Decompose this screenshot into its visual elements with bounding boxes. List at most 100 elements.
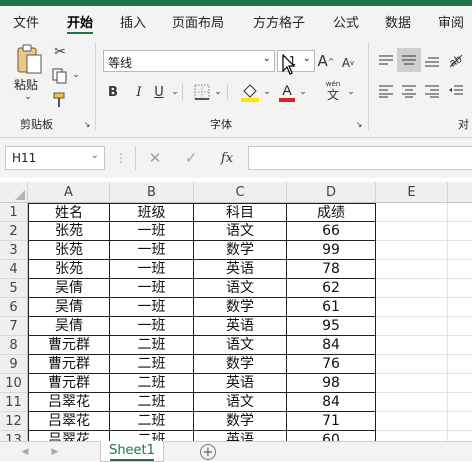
table-cell-c[interactable]: 数学 — [194, 355, 287, 374]
empty-cell[interactable] — [376, 431, 448, 441]
add-sheet-icon[interactable]: + — [200, 444, 216, 460]
table-cell-d[interactable]: 78 — [287, 260, 376, 279]
table-cell-b[interactable]: 一班 — [110, 222, 194, 241]
table-cell-d[interactable]: 60 — [287, 431, 376, 441]
table-cell-b[interactable]: 二班 — [110, 431, 194, 441]
table-cell-a[interactable]: 吴倩 — [28, 298, 110, 317]
align-bottom-icon[interactable] — [422, 52, 442, 70]
empty-cell[interactable] — [376, 412, 448, 431]
table-cell-b[interactable]: 二班 — [110, 336, 194, 355]
table-cell-c[interactable]: 数学 — [194, 412, 287, 431]
chevron-down-icon[interactable]: ⌄ — [91, 150, 99, 161]
table-cell-c[interactable]: 英语 — [194, 374, 287, 393]
table-cell-a[interactable]: 吕翠花 — [28, 412, 110, 431]
row-header[interactable]: 5 — [0, 279, 28, 298]
paste-icon[interactable] — [14, 42, 44, 76]
table-cell-d[interactable]: 76 — [287, 355, 376, 374]
table-cell-d[interactable]: 95 — [287, 317, 376, 336]
empty-cell[interactable] — [448, 279, 472, 298]
scroll-tabs-left-icon[interactable]: ◀ — [20, 446, 30, 458]
table-cell-d[interactable]: 84 — [287, 336, 376, 355]
chevron-down-icon[interactable]: ⌄ — [303, 53, 311, 64]
orientation-icon[interactable]: ab — [446, 50, 466, 70]
name-box[interactable]: H11 ⌄ — [5, 146, 105, 170]
copy-dropdown-icon[interactable]: ⌄ — [71, 70, 81, 80]
tab-file[interactable]: 文件 — [13, 12, 39, 31]
table-cell-d[interactable]: 98 — [287, 374, 376, 393]
font-launcher-icon[interactable]: ↘ — [354, 119, 364, 129]
table-cell-b[interactable]: 二班 — [110, 412, 194, 431]
select-all-corner[interactable] — [0, 182, 28, 203]
table-cell-d[interactable]: 62 — [287, 279, 376, 298]
empty-cell[interactable] — [448, 393, 472, 412]
row-header[interactable]: 2 — [0, 222, 28, 241]
table-cell-a[interactable]: 张苑 — [28, 222, 110, 241]
formula-input[interactable] — [248, 146, 472, 170]
table-cell-b[interactable]: 一班 — [110, 260, 194, 279]
empty-cell[interactable] — [376, 298, 448, 317]
row-header[interactable]: 13 — [0, 431, 28, 441]
cancel-icon[interactable]: ✕ — [145, 148, 165, 168]
fill-color-dropdown-icon[interactable]: ⌄ — [262, 84, 272, 100]
header-cell-d[interactable]: 成绩 — [287, 203, 376, 222]
table-cell-a[interactable]: 张苑 — [28, 241, 110, 260]
empty-cell[interactable] — [448, 355, 472, 374]
table-cell-d[interactable]: 66 — [287, 222, 376, 241]
header-cell-a[interactable]: 姓名 — [28, 203, 110, 222]
formula-bar-grip-icon[interactable]: ⋮ — [115, 150, 127, 166]
column-header-a[interactable]: A — [28, 182, 110, 203]
font-color-dropdown-icon[interactable]: ⌄ — [298, 84, 308, 100]
align-right-icon[interactable] — [422, 82, 442, 100]
row-header[interactable]: 11 — [0, 393, 28, 412]
underline-button[interactable]: U — [151, 82, 167, 102]
table-cell-c[interactable]: 数学 — [194, 298, 287, 317]
clipboard-launcher-icon[interactable]: ↘ — [82, 119, 92, 129]
column-header-b[interactable]: B — [110, 182, 194, 203]
row-header[interactable]: 10 — [0, 374, 28, 393]
align-middle-icon[interactable] — [397, 48, 421, 72]
empty-cell[interactable] — [376, 241, 448, 260]
table-cell-b[interactable]: 二班 — [110, 393, 194, 412]
table-cell-c[interactable]: 语文 — [194, 336, 287, 355]
empty-cell[interactable] — [376, 222, 448, 241]
phonetic-dropdown-icon[interactable]: ⌄ — [346, 84, 356, 100]
bold-button[interactable]: B — [105, 82, 121, 102]
empty-cell[interactable] — [376, 279, 448, 298]
empty-cell[interactable] — [376, 374, 448, 393]
table-cell-b[interactable]: 一班 — [110, 298, 194, 317]
tab-insert[interactable]: 插入 — [120, 12, 146, 31]
table-cell-a[interactable]: 曹元群 — [28, 355, 110, 374]
enter-check-icon[interactable]: ✓ — [181, 148, 201, 168]
empty-cell[interactable] — [376, 393, 448, 412]
header-cell-b[interactable]: 班级 — [110, 203, 194, 222]
table-cell-c[interactable]: 数学 — [194, 241, 287, 260]
table-cell-b[interactable]: 一班 — [110, 241, 194, 260]
table-cell-b[interactable]: 一班 — [110, 317, 194, 336]
table-cell-b[interactable]: 一班 — [110, 279, 194, 298]
table-cell-a[interactable]: 曹元群 — [28, 374, 110, 393]
align-top-icon[interactable] — [376, 52, 396, 70]
column-header-d[interactable]: D — [287, 182, 376, 203]
empty-cell[interactable] — [376, 355, 448, 374]
empty-cell[interactable] — [448, 241, 472, 260]
empty-cell[interactable] — [376, 260, 448, 279]
tab-page-layout[interactable]: 页面布局 — [172, 12, 224, 31]
empty-cell[interactable] — [376, 317, 448, 336]
table-cell-c[interactable]: 语文 — [194, 279, 287, 298]
row-header[interactable]: 6 — [0, 298, 28, 317]
fill-color-icon[interactable] — [240, 81, 260, 103]
font-name-combo[interactable]: 等线 ⌄ — [103, 50, 275, 72]
row-header[interactable]: 8 — [0, 336, 28, 355]
tab-data[interactable]: 数据 — [385, 12, 411, 31]
copy-icon[interactable] — [50, 66, 70, 86]
table-cell-c[interactable]: 语文 — [194, 393, 287, 412]
align-center-icon[interactable] — [399, 82, 419, 100]
row-header[interactable]: 4 — [0, 260, 28, 279]
empty-cell[interactable] — [448, 431, 472, 441]
borders-icon[interactable] — [193, 83, 211, 101]
row-header[interactable]: 7 — [0, 317, 28, 336]
column-header-f[interactable] — [448, 182, 472, 203]
decrease-indent-icon[interactable] — [446, 82, 466, 100]
tab-fangfang[interactable]: 方方格子 — [253, 12, 305, 31]
row-header[interactable]: 9 — [0, 355, 28, 374]
